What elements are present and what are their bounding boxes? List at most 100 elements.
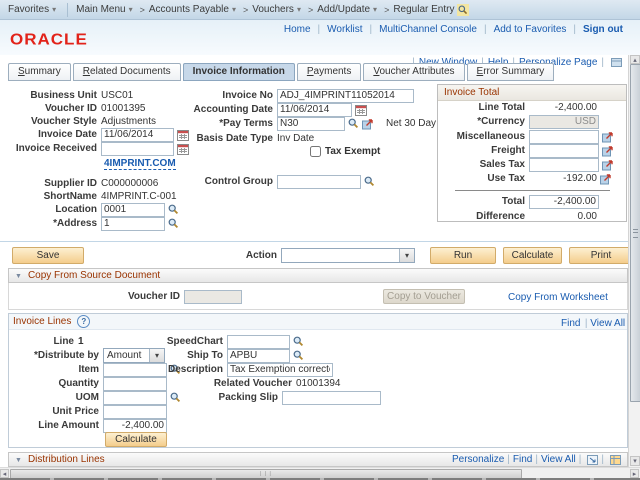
distribution-find-link[interactable]: Find <box>513 454 532 465</box>
worklist-link[interactable]: Worklist <box>327 24 362 35</box>
location-row: Location <box>0 202 179 217</box>
tab-voucher-attributes[interactable]: Voucher Attributes <box>363 63 464 81</box>
calendar-icon[interactable] <box>355 104 367 116</box>
quantity-input[interactable] <box>103 377 167 391</box>
breadcrumb-search-icon[interactable] <box>457 4 469 16</box>
copy-from-worksheet-link[interactable]: Copy From Worksheet <box>508 292 608 303</box>
line-number-row: Line 1 <box>0 334 84 349</box>
lookup-icon[interactable] <box>364 176 375 187</box>
tax-exempt-label: Tax Exempt <box>325 146 380 157</box>
copy-voucher-id-label: Voucher ID <box>60 291 180 302</box>
home-link[interactable]: Home <box>284 24 311 35</box>
total-input[interactable] <box>529 195 599 209</box>
address-row: *Address <box>0 216 179 231</box>
uom-label: UOM <box>0 392 99 403</box>
line-amount-input[interactable] <box>103 419 167 433</box>
lookup-icon[interactable] <box>293 350 304 361</box>
speedchart-input[interactable] <box>227 335 290 349</box>
save-button[interactable]: Save <box>12 247 84 264</box>
sign-out-link[interactable]: Sign out <box>583 24 623 35</box>
sales-tax-input[interactable] <box>529 158 599 172</box>
pay-terms-input[interactable] <box>277 117 345 131</box>
description-input[interactable] <box>227 363 333 377</box>
multichannel-console-link[interactable]: MultiChannel Console <box>379 24 477 35</box>
breadcrumb-add-update[interactable]: Add/Update <box>317 4 380 15</box>
breadcrumb-favorites[interactable]: Favorites <box>8 4 59 15</box>
run-button[interactable]: Run <box>430 247 496 264</box>
voucher-style-value: Adjustments <box>101 116 156 127</box>
scroll-down-arrow[interactable]: ▾ <box>630 456 640 466</box>
collapse-triangle-icon[interactable] <box>15 454 22 465</box>
line-calculate-button[interactable]: Calculate <box>105 432 167 447</box>
action-select[interactable] <box>281 248 415 263</box>
uom-input[interactable] <box>103 391 167 405</box>
unit-price-label: Unit Price <box>0 406 99 417</box>
grid-icon[interactable] <box>610 455 621 465</box>
lookup-icon[interactable] <box>348 118 359 129</box>
tab-related-documents[interactable]: Related Documents <box>73 63 181 81</box>
tab-error-summary[interactable]: Error Summary <box>467 63 555 81</box>
tab-invoice-information[interactable]: Invoice Information <box>183 63 295 81</box>
exchange-rate-icon[interactable] <box>362 118 374 130</box>
scroll-left-arrow[interactable]: ◂ <box>0 469 9 478</box>
lookup-icon[interactable] <box>168 204 179 215</box>
line-number-value: 1 <box>78 336 84 347</box>
breadcrumb: Favorites Main Menu > Accounts Payable >… <box>0 0 640 20</box>
total-label: Total <box>437 196 525 207</box>
breadcrumb-separator: > <box>308 5 313 15</box>
http-icon[interactable] <box>611 58 622 67</box>
unit-price-input[interactable] <box>103 405 167 419</box>
invoice-lines-find-link[interactable]: Find <box>561 318 580 329</box>
location-input[interactable] <box>101 203 165 217</box>
distribution-lines-section-header[interactable]: Distribution Lines Personalize | Find | … <box>8 452 628 467</box>
lookup-icon[interactable] <box>293 336 304 347</box>
calculate-button[interactable]: Calculate <box>503 247 562 264</box>
copy-source-section-header[interactable]: Copy From Source Document <box>8 268 628 283</box>
exchange-rate-icon[interactable] <box>602 145 614 157</box>
breadcrumb-vouchers[interactable]: Vouchers <box>252 4 304 15</box>
exchange-rate-icon[interactable] <box>602 131 614 143</box>
scroll-right-arrow[interactable]: ▸ <box>630 469 639 478</box>
vertical-scrollbar[interactable]: ▴ ▾ <box>628 55 640 467</box>
control-group-input[interactable] <box>277 175 361 189</box>
tax-exempt-checkbox[interactable] <box>310 146 321 157</box>
download-grid-icon[interactable] <box>587 455 598 465</box>
help-icon[interactable] <box>77 315 90 328</box>
currency-label: *Currency <box>437 116 525 127</box>
ship-to-input[interactable] <box>227 349 290 363</box>
address-input[interactable] <box>101 217 165 231</box>
distribution-personalize-link[interactable]: Personalize <box>452 454 504 465</box>
tab-summary[interactable]: Summary <box>8 63 71 81</box>
pay-terms-row: *Pay Terms Net 30 Day <box>150 116 436 131</box>
vertical-scrollbar-thumb[interactable] <box>630 64 640 402</box>
breadcrumb-main-menu[interactable]: Main Menu <box>76 4 135 15</box>
packing-slip-row: Packing Slip <box>180 390 381 405</box>
oracle-logo: ORACLE <box>10 31 88 49</box>
copy-voucher-id-row: Voucher ID <box>60 289 242 304</box>
collapse-triangle-icon[interactable] <box>15 270 22 281</box>
exchange-rate-icon[interactable] <box>600 173 612 185</box>
miscellaneous-input[interactable] <box>529 130 599 144</box>
location-label: Location <box>0 204 97 215</box>
line-total-value: -2,400.00 <box>529 102 597 113</box>
supplier-name-link[interactable]: 4IMPRINT.COM <box>104 158 176 170</box>
control-group-label: Control Group <box>150 176 273 187</box>
packing-slip-input[interactable] <box>282 391 381 405</box>
invoice-no-input[interactable] <box>277 89 414 103</box>
tab-payments[interactable]: Payments <box>297 63 361 81</box>
basis-date-type-row: Basis Date Type Inv Date <box>150 131 314 146</box>
scroll-up-arrow[interactable]: ▴ <box>630 55 640 64</box>
breadcrumb-accounts-payable[interactable]: Accounts Payable <box>149 4 239 15</box>
add-to-favorites-link[interactable]: Add to Favorites <box>494 24 567 35</box>
lookup-icon[interactable] <box>168 218 179 229</box>
invoice-lines-title: Invoice Lines <box>13 316 71 327</box>
accounting-date-input[interactable] <box>277 103 352 117</box>
invoice-total-title: Invoice Total <box>438 85 626 101</box>
copy-source-title: Copy From Source Document <box>28 270 160 281</box>
print-button[interactable]: Print <box>569 247 633 264</box>
exchange-rate-icon[interactable] <box>602 159 614 171</box>
distribution-view-all-link[interactable]: View All <box>541 454 576 465</box>
freight-input[interactable] <box>529 144 599 158</box>
distribution-lines-title: Distribution Lines <box>28 454 105 465</box>
invoice-lines-view-all-link[interactable]: View All <box>590 318 625 329</box>
